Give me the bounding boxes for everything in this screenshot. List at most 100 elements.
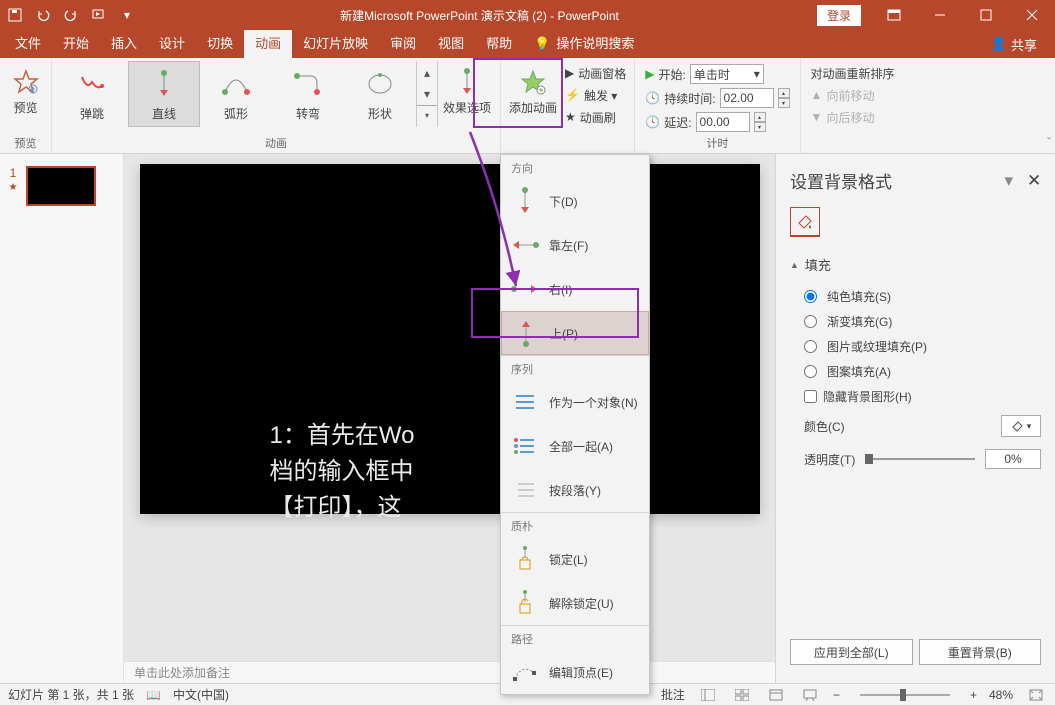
bounce-icon [77, 67, 107, 101]
start-select[interactable]: 单击时▾ [690, 64, 764, 84]
normal-view-icon[interactable] [697, 686, 719, 704]
undo-icon[interactable] [34, 6, 52, 24]
sorter-view-icon[interactable] [731, 686, 753, 704]
duration-input[interactable]: 02.00 [720, 88, 774, 108]
gallery-up-icon[interactable]: ▴ [417, 63, 437, 83]
menu-item-left[interactable]: 靠左(F) [501, 223, 649, 267]
painter-icon: ★ [565, 110, 576, 124]
gallery-item-shape[interactable]: 形状 [344, 61, 416, 127]
pane-dropdown-icon[interactable]: ▾ [1004, 171, 1013, 191]
gallery-more-icon[interactable]: ▾ [417, 105, 437, 125]
color-picker[interactable]: ▾ [1001, 415, 1041, 437]
zoom-slider[interactable] [860, 694, 950, 696]
menu-item-by-paragraph[interactable]: 按段落(Y) [501, 468, 649, 512]
pane-title: 设置背景格式 [790, 168, 892, 193]
menu-item-as-one[interactable]: 作为一个对象(N) [501, 380, 649, 424]
fill-section-header[interactable]: ▲填充 [790, 255, 1041, 274]
menu-item-lock[interactable]: 锁定(L) [501, 537, 649, 581]
close-pane-icon[interactable]: ✕ [1027, 171, 1041, 191]
qat-more-icon[interactable]: ▾ [118, 6, 136, 24]
duration-spinner[interactable]: ▴▾ [778, 88, 790, 108]
tab-slideshow[interactable]: 幻灯片放映 [292, 30, 379, 58]
duration-clock-icon: 🕓 [645, 91, 660, 105]
gallery-item-bounce[interactable]: 弹跳 [56, 61, 128, 127]
slide-canvas[interactable]: 1：首先在Wo 档的输入框中 【打印】，这 [140, 164, 760, 514]
apply-to-all-button[interactable]: 应用到全部(L) [790, 639, 913, 665]
collapse-ribbon-icon[interactable]: ˇ [1047, 135, 1051, 149]
reading-view-icon[interactable] [765, 686, 787, 704]
menu-item-edit-points[interactable]: 编辑顶点(E) [501, 650, 649, 694]
overlay-caption: 1：首先在Wo 档的输入框中 【打印】，这 [270, 418, 720, 526]
edit-points-icon [511, 658, 539, 686]
save-icon[interactable] [6, 6, 24, 24]
up-path-icon [512, 319, 540, 347]
solid-fill-radio[interactable]: 纯色填充(S) [790, 284, 1041, 309]
fit-to-window-icon[interactable] [1025, 686, 1047, 704]
animation-painter-button[interactable]: ★动画刷 [565, 107, 626, 127]
hide-bg-graphics-check[interactable]: 隐藏背景图形(H) [790, 384, 1041, 409]
add-animation-button[interactable]: 添加动画 [505, 61, 561, 115]
quick-access-toolbar: ▾ [0, 6, 142, 24]
close-button[interactable] [1009, 0, 1055, 30]
start-from-beginning-icon[interactable] [90, 6, 108, 24]
redo-icon[interactable] [62, 6, 80, 24]
gallery-scroll[interactable]: ▴ ▾ ▾ [416, 61, 438, 127]
arc-path-icon [221, 67, 251, 101]
tab-tellme[interactable]: 💡操作说明搜索 [523, 30, 645, 58]
transparency-slider[interactable] [865, 458, 975, 460]
zoom-in-button[interactable]: + [970, 688, 977, 702]
menu-item-down[interactable]: 下(D) [501, 179, 649, 223]
tab-help[interactable]: 帮助 [475, 30, 523, 58]
language-label[interactable]: 中文(中国) [173, 686, 229, 703]
tab-review[interactable]: 审阅 [379, 30, 427, 58]
maximize-button[interactable] [963, 0, 1009, 30]
reset-background-button[interactable]: 重置背景(B) [919, 639, 1042, 665]
comments-label[interactable]: 批注 [661, 686, 685, 703]
turn-path-icon [293, 67, 323, 101]
minimize-button[interactable] [917, 0, 963, 30]
transparency-input[interactable]: 0% [985, 449, 1041, 469]
animation-star-icon: ★ [9, 182, 18, 193]
gallery-item-arc[interactable]: 弧形 [200, 61, 272, 127]
thumbnail-1[interactable]: 1★ [6, 166, 117, 206]
tab-transition[interactable]: 切换 [196, 30, 244, 58]
lock-icon [511, 545, 539, 573]
picture-fill-radio[interactable]: 图片或纹理填充(P) [790, 334, 1041, 359]
menu-item-up[interactable]: 上(P) [501, 311, 649, 355]
share-button[interactable]: 👤共享 [977, 35, 1051, 54]
pattern-fill-radio[interactable]: 图案填充(A) [790, 359, 1041, 384]
spellcheck-icon[interactable]: 📖 [146, 688, 161, 702]
delay-spinner[interactable]: ▴▾ [754, 112, 766, 132]
menu-item-right[interactable]: 右(I) [501, 267, 649, 311]
thumbnail-slide [26, 166, 96, 206]
gallery-item-line[interactable]: 直线 [128, 61, 200, 127]
animation-pane-button[interactable]: ▶动画窗格 [565, 63, 626, 83]
effect-options-button[interactable]: 效果选项 [438, 61, 496, 115]
login-button[interactable]: 登录 [817, 5, 861, 26]
tab-insert[interactable]: 插入 [100, 30, 148, 58]
trigger-button[interactable]: ⚡触发 ▾ [565, 85, 626, 105]
notes-pane[interactable]: 单击此处添加备注 [124, 661, 775, 683]
zoom-out-button[interactable]: − [833, 688, 840, 702]
gallery-item-turn[interactable]: 转弯 [272, 61, 344, 127]
menu-item-all-at-once[interactable]: 全部一起(A) [501, 424, 649, 468]
tab-file[interactable]: 文件 [4, 30, 52, 58]
start-play-icon: ▶ [645, 67, 654, 81]
slideshow-view-icon[interactable] [799, 686, 821, 704]
delay-clock-icon: 🕓 [645, 115, 660, 129]
tab-home[interactable]: 开始 [52, 30, 100, 58]
move-earlier-button[interactable]: ▲向前移动 [811, 85, 895, 105]
menu-header-locked: 质朴 [501, 513, 649, 537]
menu-item-unlock[interactable]: 解除锁定(U) [501, 581, 649, 625]
tab-animation[interactable]: 动画 [244, 30, 292, 58]
ribbon-display-options-icon[interactable] [871, 0, 917, 30]
delay-input[interactable]: 00.00 [696, 112, 750, 132]
gallery-down-icon[interactable]: ▾ [417, 84, 437, 104]
preview-button[interactable]: 预览 [4, 61, 47, 115]
gradient-fill-radio[interactable]: 渐变填充(G) [790, 309, 1041, 334]
zoom-label[interactable]: 48% [989, 688, 1013, 702]
move-later-button[interactable]: ▼向后移动 [811, 107, 895, 127]
tab-view[interactable]: 视图 [427, 30, 475, 58]
tab-design[interactable]: 设计 [148, 30, 196, 58]
fill-paintbucket-icon[interactable] [790, 207, 820, 237]
